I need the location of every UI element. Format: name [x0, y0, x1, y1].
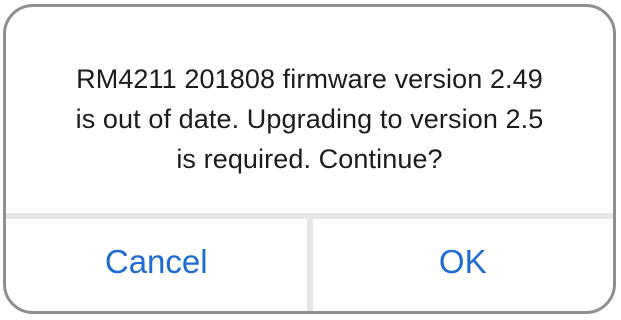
alert-message-line-1: RM4211 201808 firmware version 2.49: [76, 64, 543, 94]
alert-message-line-3: is required. Continue?: [176, 144, 443, 174]
ok-button[interactable]: OK: [313, 219, 614, 311]
alert-dialog: RM4211 201808 firmware version 2.49 is o…: [3, 4, 616, 314]
cancel-button[interactable]: Cancel: [6, 219, 307, 311]
alert-button-row: Cancel OK: [6, 219, 613, 311]
alert-message: RM4211 201808 firmware version 2.49 is o…: [6, 7, 613, 213]
alert-message-line-2: is out of date. Upgrading to version 2.5: [75, 104, 544, 134]
alert-message-text: RM4211 201808 firmware version 2.49 is o…: [36, 59, 583, 179]
